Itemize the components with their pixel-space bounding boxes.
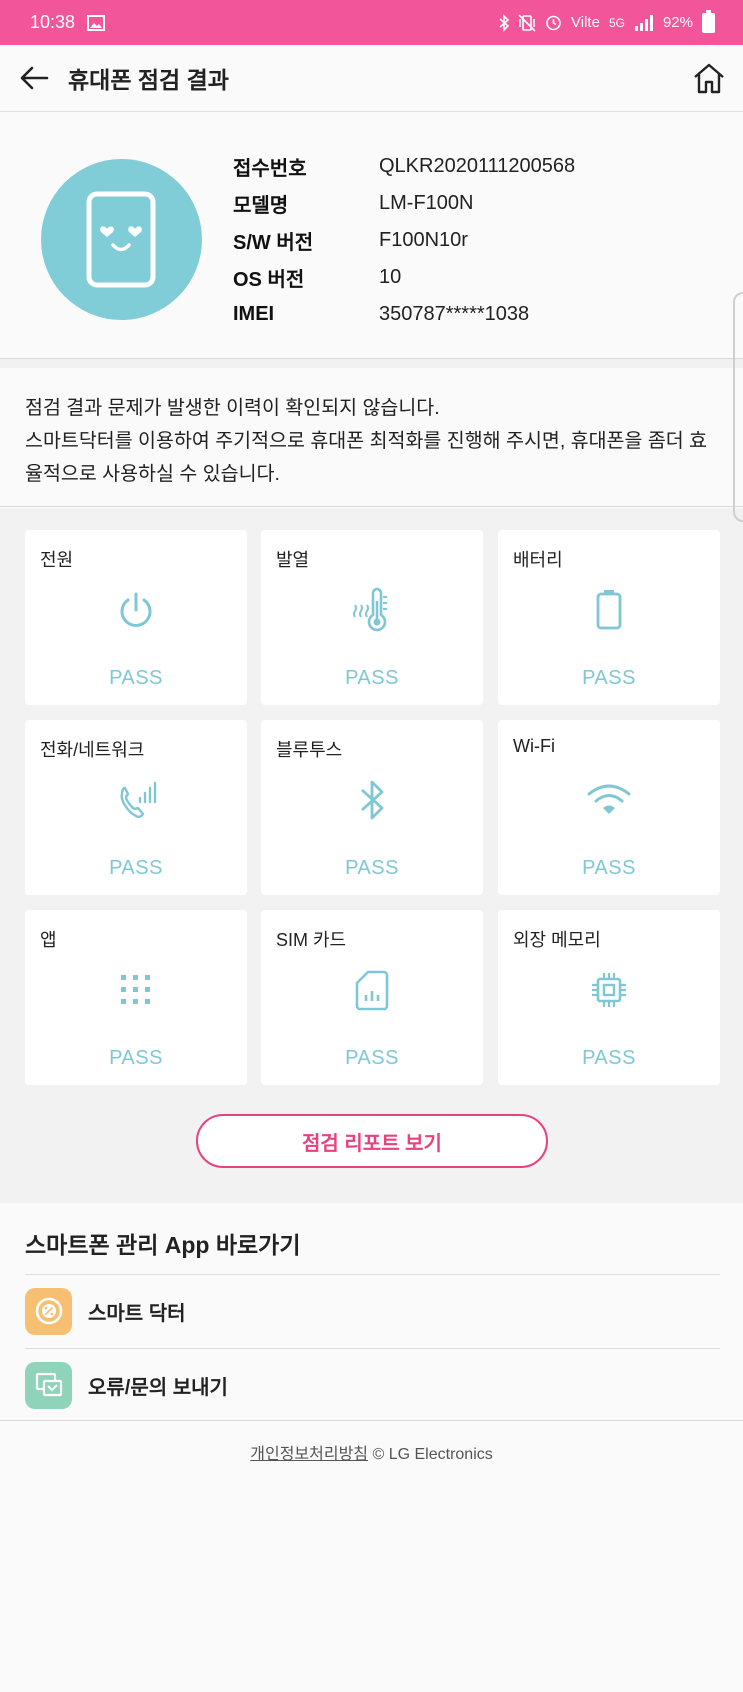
info-value: 10 — [379, 265, 402, 288]
privacy-policy-link[interactable]: 개인정보처리방침 — [250, 1446, 368, 1463]
home-icon — [694, 63, 724, 94]
battery-status-icon — [702, 9, 715, 33]
check-status: PASS — [109, 667, 163, 689]
phone-signal-icon — [106, 770, 166, 830]
check-status: PASS — [345, 857, 399, 879]
smart-doctor-icon — [25, 1287, 72, 1335]
check-label: 앱 — [40, 930, 57, 950]
device-info-panel: 접수번호 QLKR2020111200568 모델명 LM-F100N S/W … — [0, 113, 743, 359]
check-status: PASS — [582, 857, 636, 879]
check-label: 블루투스 — [276, 740, 343, 760]
result-message-line2: 스마트닥터를 이용하여 주기적으로 휴대폰 최적화를 진행해 주시면, 휴대폰을… — [25, 430, 708, 485]
info-value: QLKR2020111200568 — [379, 154, 576, 177]
info-row-reception: 접수번호 QLKR2020111200568 — [233, 151, 575, 181]
signal-icon — [634, 14, 653, 31]
check-label: 전화/네트워크 — [40, 740, 145, 760]
app-bar: 휴대폰 점검 결과 — [0, 45, 743, 112]
check-card-bluetooth[interactable]: 블루투스 PASS — [261, 720, 483, 895]
alarm-icon — [546, 15, 561, 31]
status-icons: Vilte 5G 92% — [499, 9, 715, 33]
vilte-indicator: Vilte — [571, 14, 600, 31]
check-label: SIM 카드 — [276, 930, 347, 950]
info-value: F100N10r — [379, 228, 468, 251]
smiling-phone-icon — [86, 191, 156, 288]
5g-indicator: 5G — [608, 15, 625, 30]
info-row-sw-version: S/W 버전 F100N10r — [233, 225, 468, 255]
page-title: 휴대폰 점검 결과 — [68, 67, 229, 93]
shortcut-label: 오류/문의 보내기 — [88, 1376, 228, 1399]
check-status: PASS — [345, 667, 399, 689]
check-label: 전원 — [40, 550, 74, 570]
info-value: 350787*****1038 — [379, 302, 530, 325]
check-card-power[interactable]: 전원 PASS — [25, 530, 247, 705]
battery-percent: 92% — [662, 14, 693, 31]
check-label: 발열 — [276, 550, 310, 570]
device-avatar — [41, 159, 202, 320]
info-row-imei: IMEI 350787*****1038 — [233, 299, 529, 329]
bluetooth-icon — [342, 770, 402, 830]
result-message: 점검 결과 문제가 발생한 이력이 확인되지 않습니다. 스마트닥터를 이용하여… — [0, 368, 743, 507]
sim-card-icon — [342, 960, 402, 1020]
check-card-battery[interactable]: 배터리 PASS — [498, 530, 720, 705]
check-card-heat[interactable]: 발열 PASS — [261, 530, 483, 705]
check-card-apps[interactable]: 앱 PASS — [25, 910, 247, 1085]
edge-panel-handle[interactable] — [733, 292, 743, 522]
wifi-icon — [579, 770, 639, 830]
status-time: 10:38 — [30, 12, 76, 32]
info-key: OS 버전 — [233, 268, 305, 291]
info-key: 모델명 — [233, 194, 289, 217]
check-label: 외장 메모리 — [513, 930, 601, 950]
app-shortcuts-section: 스마트폰 관리 App 바로가기 스마트 닥터 오류/문의 보내기 — [0, 1204, 743, 1421]
view-report-button[interactable]: 점검 리포트 보기 — [196, 1114, 548, 1168]
error-report-icon — [25, 1361, 72, 1409]
check-card-network[interactable]: 전화/네트워크 PASS — [25, 720, 247, 895]
check-card-external-memory[interactable]: 외장 메모리 PASS — [498, 910, 720, 1085]
home-button[interactable] — [675, 45, 743, 112]
info-value: LM-F100N — [379, 191, 474, 214]
info-key: IMEI — [233, 302, 275, 325]
info-key: 접수번호 — [233, 157, 307, 180]
bluetooth-status-icon — [499, 13, 510, 32]
footer: 개인정보처리방침 © LG Electronics — [0, 1440, 743, 1464]
info-row-model: 모델명 LM-F100N — [233, 188, 473, 218]
back-arrow-icon — [20, 66, 49, 90]
gallery-icon — [87, 14, 106, 31]
info-row-os-version: OS 버전 10 — [233, 262, 401, 292]
check-status: PASS — [582, 667, 636, 689]
check-card-wifi[interactable]: Wi-Fi PASS — [498, 720, 720, 895]
thermometer-icon — [342, 580, 402, 640]
info-key: S/W 버전 — [233, 231, 314, 254]
check-label: Wi-Fi — [513, 736, 555, 756]
check-card-sim[interactable]: SIM 카드 PASS — [261, 910, 483, 1085]
check-results-grid: 전원 PASS 발열 PASS 배터리 PASS 전화/네트워크 PASS 블루… — [0, 508, 743, 1203]
power-icon — [106, 580, 166, 640]
battery-icon — [579, 580, 639, 640]
shortcuts-heading: 스마트폰 관리 App 바로가기 — [25, 1232, 301, 1258]
shortcut-label: 스마트 닥터 — [88, 1302, 186, 1325]
check-label: 배터리 — [513, 550, 563, 570]
check-status: PASS — [582, 1047, 636, 1069]
check-status: PASS — [109, 1047, 163, 1069]
back-button[interactable] — [0, 45, 68, 112]
result-message-line1: 점검 결과 문제가 발생한 이력이 확인되지 않습니다. — [25, 397, 440, 419]
section-divider — [0, 359, 743, 368]
check-status: PASS — [109, 857, 163, 879]
check-status: PASS — [345, 1047, 399, 1069]
copyright: © LG Electronics — [372, 1446, 493, 1463]
vibrate-icon — [518, 13, 536, 32]
apps-grid-icon — [106, 960, 166, 1020]
status-bar: 10:38 Vilte 5G 92% — [0, 0, 743, 45]
memory-chip-icon — [579, 960, 639, 1020]
shortcut-error-report[interactable]: 오류/문의 보내기 — [25, 1348, 720, 1421]
shortcut-smart-doctor[interactable]: 스마트 닥터 — [25, 1274, 720, 1347]
